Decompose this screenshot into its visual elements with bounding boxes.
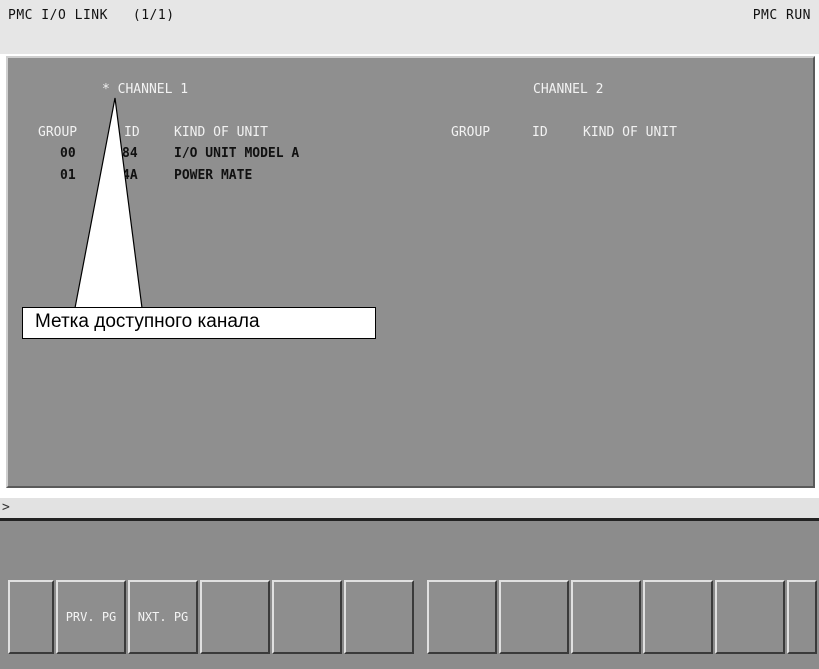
softkey-9[interactable]: [643, 580, 713, 654]
io-link-panel: [6, 56, 815, 488]
softkey-10[interactable]: [715, 580, 785, 654]
softkey-prv-pg[interactable]: PRV. PG: [56, 580, 126, 654]
channel2-title: CHANNEL 2: [533, 82, 604, 97]
channel1-row-group: 01: [60, 168, 76, 183]
channel1-id-header: ID: [124, 125, 140, 140]
softkey-7[interactable]: [499, 580, 569, 654]
screen-title: PMC I/O LINK (1/1): [8, 8, 175, 23]
softkey-4[interactable]: [272, 580, 342, 654]
command-line[interactable]: [0, 498, 819, 518]
command-prompt: >: [2, 500, 10, 515]
channel1-row-kind: POWER MATE: [174, 168, 253, 183]
channel1-row-id: 84: [122, 146, 138, 161]
channel2-group-header: GROUP: [451, 125, 491, 140]
callout-label: Метка доступного канала: [22, 307, 376, 339]
channel1-group-header: GROUP: [38, 125, 78, 140]
softkey-5[interactable]: [344, 580, 414, 654]
channel1-row-group: 00: [60, 146, 76, 161]
channel1-kind-header: KIND OF UNIT: [174, 125, 268, 140]
channel1-row-id: 4A: [122, 168, 138, 183]
pmc-status: PMC RUN: [752, 8, 811, 23]
softkey-8[interactable]: [571, 580, 641, 654]
channel2-kind-header: KIND OF UNIT: [583, 125, 677, 140]
softkey-3[interactable]: [200, 580, 270, 654]
softkey-6[interactable]: [427, 580, 497, 654]
channel1-title: * CHANNEL 1: [102, 82, 189, 97]
channel2-id-header: ID: [532, 125, 548, 140]
softkey-right-continue[interactable]: [787, 580, 817, 654]
softkey-left-return[interactable]: [8, 580, 54, 654]
softkey-nxt-pg[interactable]: NXT. PG: [128, 580, 198, 654]
channel1-row-kind: I/O UNIT MODEL A: [174, 146, 300, 161]
